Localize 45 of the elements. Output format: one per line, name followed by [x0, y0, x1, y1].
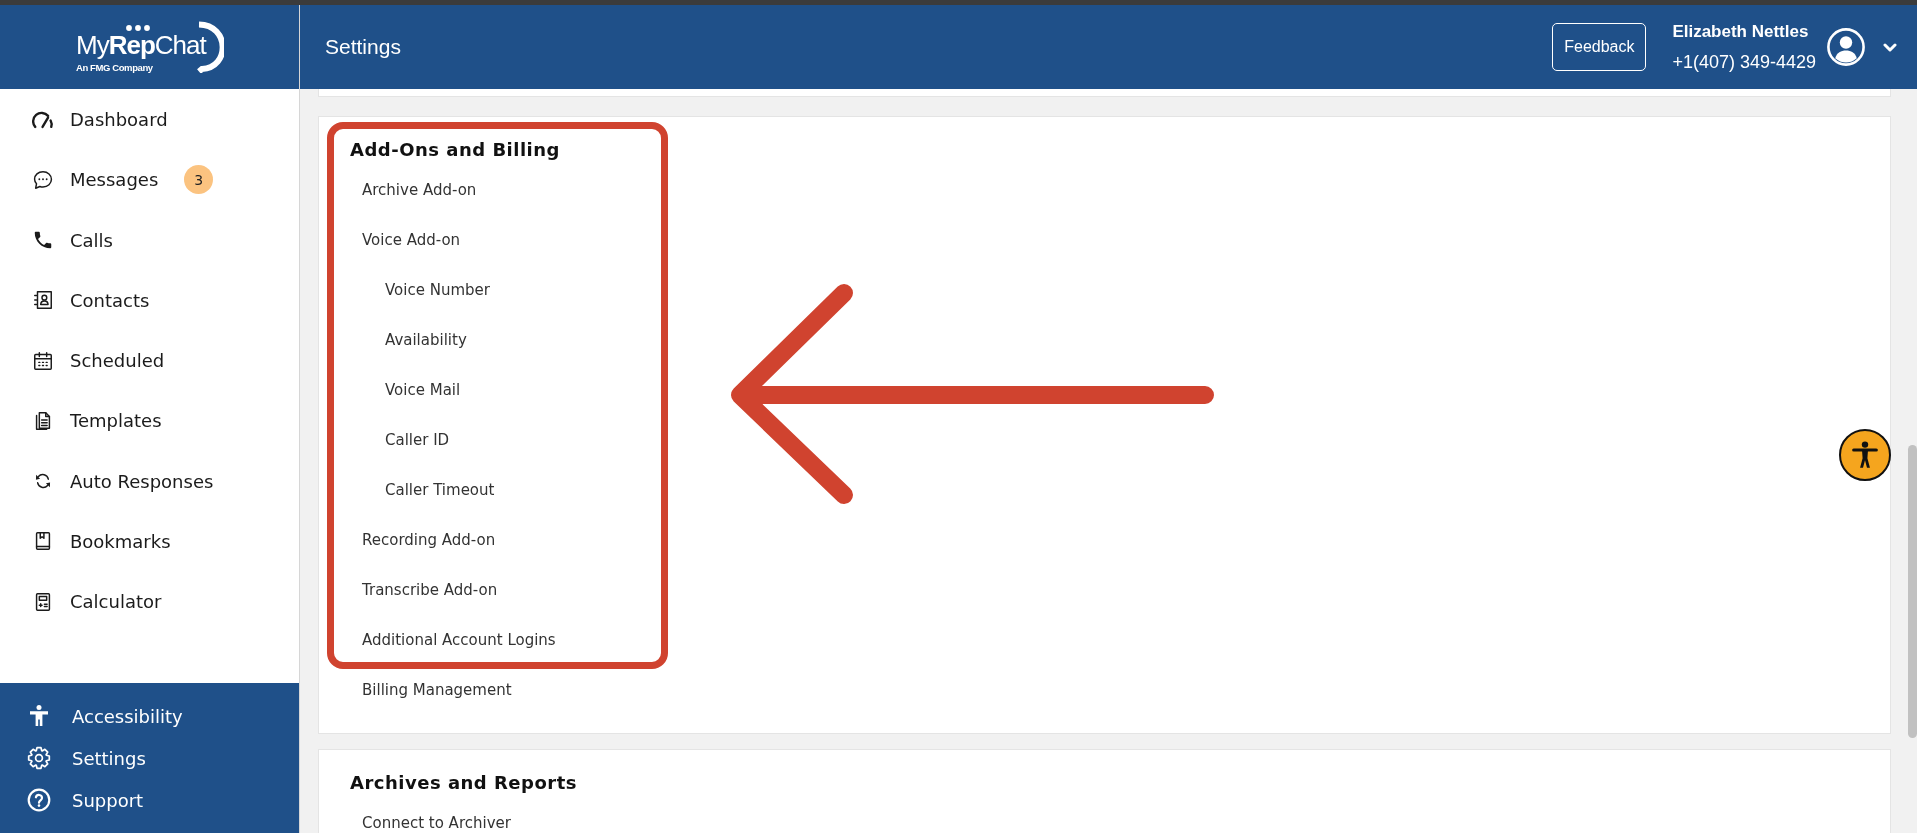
settings-link[interactable]: Voice Add-on	[350, 230, 461, 250]
phone-icon	[32, 229, 54, 251]
contact-card-icon	[32, 289, 54, 312]
settings-link[interactable]: Caller ID	[350, 430, 450, 450]
logo-text: MyRepChat	[76, 31, 206, 59]
settings-link[interactable]: Caller Timeout	[350, 480, 495, 500]
chat-bubble-icon	[32, 168, 54, 191]
sidebar-item[interactable]: Calculator	[32, 587, 162, 616]
settings-link[interactable]: Archive Add-on	[350, 180, 477, 200]
sidebar-item[interactable]: Scheduled	[32, 346, 165, 375]
chevron-down-icon[interactable]	[1883, 42, 1897, 52]
settings-link[interactable]: Billing Management	[350, 680, 512, 700]
scrollbar-thumb[interactable]	[1908, 445, 1917, 738]
page-title: Settings	[325, 35, 401, 59]
sidebar-item[interactable]: Accessibility	[27, 703, 183, 729]
sidebar-item[interactable]: Settings	[27, 745, 146, 771]
calendar-icon	[32, 349, 54, 372]
section-heading: Add-Ons and Billing	[350, 138, 560, 162]
help-icon	[27, 788, 51, 812]
settings-link[interactable]: Availability	[350, 330, 467, 350]
settings-link[interactable]: Additional Account Logins	[350, 630, 556, 650]
user-phone: +1(407) 349-4429	[1672, 51, 1816, 74]
settings-icon	[27, 746, 51, 770]
accessibility-icon	[27, 704, 51, 728]
settings-link[interactable]: Transcribe Add-on	[350, 580, 498, 600]
settings-link[interactable]: Recording Add-on	[350, 530, 496, 550]
avatar-icon[interactable]	[1827, 28, 1865, 66]
sidebar-item[interactable]: Contacts	[32, 285, 150, 315]
sidebar-item[interactable]: Dashboard	[32, 105, 168, 134]
settings-link[interactable]: Voice Number	[350, 280, 490, 300]
user-name: Elizabeth Nettles	[1672, 21, 1809, 43]
section-heading: Archives and Reports	[350, 771, 577, 795]
logo-tagline: An FMG Company	[76, 62, 153, 74]
feedback-button[interactable]: Feedback	[1552, 23, 1647, 71]
logo-dots-icon	[126, 25, 150, 31]
sidebar-item[interactable]: Support	[27, 787, 144, 813]
sidebar-item[interactable]: Calls	[32, 225, 113, 255]
sidebar-item[interactable]: Bookmarks	[32, 526, 171, 556]
count-badge: 3	[184, 165, 214, 195]
sidebar-item[interactable]: Messages 3	[32, 165, 214, 195]
settings-link[interactable]: Voice Mail	[350, 380, 461, 400]
sidebar-item[interactable]: Templates	[32, 406, 162, 436]
sidebar-item[interactable]: Auto Responses	[32, 466, 214, 496]
settings-link[interactable]: Connect to Archiver	[350, 813, 511, 833]
accessibility-icon	[1849, 439, 1881, 471]
